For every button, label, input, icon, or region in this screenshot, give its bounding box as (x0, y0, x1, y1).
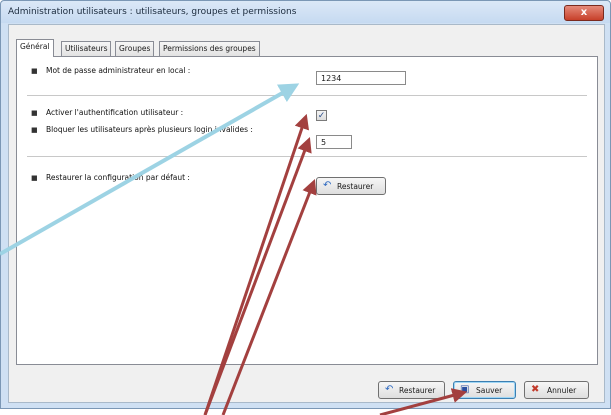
block-users-input[interactable]: 5 (316, 135, 352, 149)
restore-defaults-button[interactable]: ↶ Restaurer (316, 177, 386, 195)
close-button[interactable]: x (564, 5, 604, 21)
footer-restore-label: Restaurer (399, 386, 436, 395)
save-button[interactable]: ▣ Sauver (453, 381, 516, 399)
enable-auth-label: Activer l'authentification utilisateur : (46, 108, 184, 117)
tab-groups[interactable]: Groupes (115, 41, 155, 56)
bullet-icon: ■ (31, 126, 38, 134)
bullet-icon: ■ (31, 67, 38, 75)
floppy-disk-icon: ▣ (460, 384, 470, 395)
admin-users-dialog: Administration utilisateurs : utilisateu… (0, 0, 611, 409)
enable-auth-checkbox[interactable]: ✓ (316, 110, 327, 121)
window-title: Administration utilisateurs : utilisateu… (8, 7, 297, 17)
undo-icon: ↶ (323, 180, 332, 191)
close-icon: ✖ (531, 384, 540, 395)
admin-password-input[interactable]: 1234 (316, 71, 406, 85)
tab-general[interactable]: Général (16, 39, 54, 57)
close-icon: x (580, 7, 588, 18)
save-button-label: Sauver (476, 386, 503, 395)
title-bar[interactable]: Administration utilisateurs : utilisateu… (1, 1, 610, 23)
dialog-content: Général Utilisateurs Groupes Permissions… (8, 24, 605, 403)
tab-users[interactable]: Utilisateurs (61, 41, 112, 56)
bullet-icon: ■ (31, 109, 38, 117)
cancel-button[interactable]: ✖ Annuler (524, 381, 589, 399)
separator (27, 95, 587, 97)
restore-defaults-label: Restaurer la configuration par défaut : (46, 173, 190, 182)
footer-restore-button[interactable]: ↶ Restaurer (378, 381, 445, 399)
general-tab-panel: ■ Mot de passe administrateur en local :… (16, 56, 598, 365)
block-users-label: Bloquer les utilisateurs après plusieurs… (46, 125, 253, 134)
separator (27, 156, 587, 158)
bullet-icon: ■ (31, 174, 38, 182)
admin-password-label: Mot de passe administrateur en local : (46, 66, 191, 75)
cancel-button-label: Annuler (547, 386, 577, 395)
restore-defaults-button-label: Restaurer (337, 182, 374, 191)
undo-icon: ↶ (385, 384, 394, 395)
tab-group-permissions[interactable]: Permissions des groupes (159, 41, 260, 56)
